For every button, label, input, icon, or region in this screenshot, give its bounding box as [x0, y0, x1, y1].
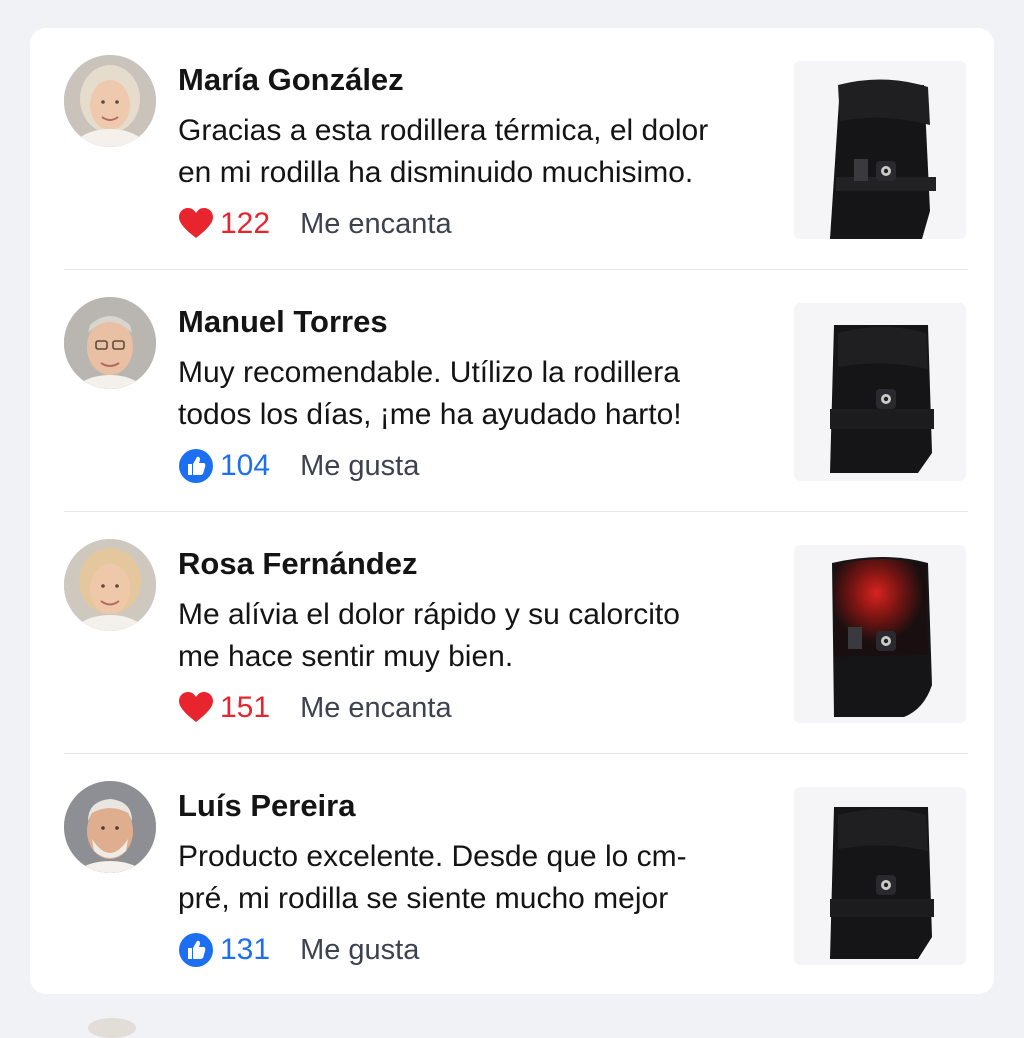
- avatar[interactable]: [64, 55, 156, 147]
- avatar: [88, 1018, 136, 1038]
- review-text: Me alívia el dolor rápido y su calorcito…: [178, 594, 778, 678]
- review-item: María González Gracias a esta rodillera …: [30, 28, 994, 270]
- reaction-count: 151: [220, 691, 271, 724]
- reaction-label[interactable]: Me gusta: [300, 450, 419, 483]
- reviewer-name[interactable]: María González: [178, 62, 404, 98]
- avatar[interactable]: [64, 297, 156, 389]
- product-image[interactable]: [794, 303, 966, 481]
- thumbs-up-icon[interactable]: [178, 448, 214, 484]
- review-text-line: todos los días, ¡me ha ayudado harto!: [178, 398, 682, 431]
- reaction-label[interactable]: Me encanta: [300, 692, 452, 725]
- review-text: Gracias a esta rodillera térmica, el dol…: [178, 110, 778, 194]
- reviewer-name[interactable]: Rosa Fernández: [178, 546, 417, 582]
- reaction-label[interactable]: Me encanta: [300, 208, 452, 241]
- review-text-line: Me alívia el dolor rápido y su calorcito: [178, 598, 680, 631]
- review-text-line: Muy recomendable. Utílizo la rodillera: [178, 356, 680, 389]
- review-item: Rosa Fernández Me alívia el dolor rápido…: [30, 512, 994, 754]
- heart-icon[interactable]: [178, 206, 214, 242]
- reaction-label[interactable]: Me gusta: [300, 934, 419, 967]
- avatar[interactable]: [64, 539, 156, 631]
- product-image[interactable]: [794, 545, 966, 723]
- review-text-line: Gracias a esta rodillera térmica, el dol…: [178, 114, 709, 147]
- product-image[interactable]: [794, 787, 966, 965]
- reviewer-name[interactable]: Luís Pereira: [178, 788, 355, 824]
- thumbs-up-icon[interactable]: [178, 932, 214, 968]
- review-text-line: Producto excelente. Desde que lo cm-: [178, 840, 687, 873]
- review-text: Producto excelente. Desde que lo cm- pré…: [178, 836, 778, 920]
- reviewer-name[interactable]: Manuel Torres: [178, 304, 388, 340]
- review-text-line: me hace sentir muy bien.: [178, 640, 514, 673]
- review-text-line: en mi rodilla ha disminuido muchisimo.: [178, 156, 694, 189]
- avatar[interactable]: [64, 781, 156, 873]
- reaction-row[interactable]: 151 Me encanta: [178, 688, 452, 728]
- review-text: Muy recomendable. Utílizo la rodillera t…: [178, 352, 778, 436]
- reaction-count: 104: [220, 449, 271, 482]
- review-item: Manuel Torres Muy recomendable. Utílizo …: [30, 270, 994, 512]
- reaction-row[interactable]: 122 Me encanta: [178, 204, 452, 244]
- reaction-row[interactable]: 104 Me gusta: [178, 446, 419, 486]
- reaction-row[interactable]: 131 Me gusta: [178, 930, 419, 970]
- heart-icon[interactable]: [178, 690, 214, 726]
- reviews-card: María González Gracias a esta rodillera …: [30, 28, 994, 994]
- review-item: Luís Pereira Producto excelente. Desde q…: [30, 754, 994, 996]
- reaction-count: 131: [220, 933, 271, 966]
- product-image[interactable]: [794, 61, 966, 239]
- reaction-count: 122: [220, 207, 271, 240]
- review-text-line: pré, mi rodilla se siente mucho mejor: [178, 882, 669, 915]
